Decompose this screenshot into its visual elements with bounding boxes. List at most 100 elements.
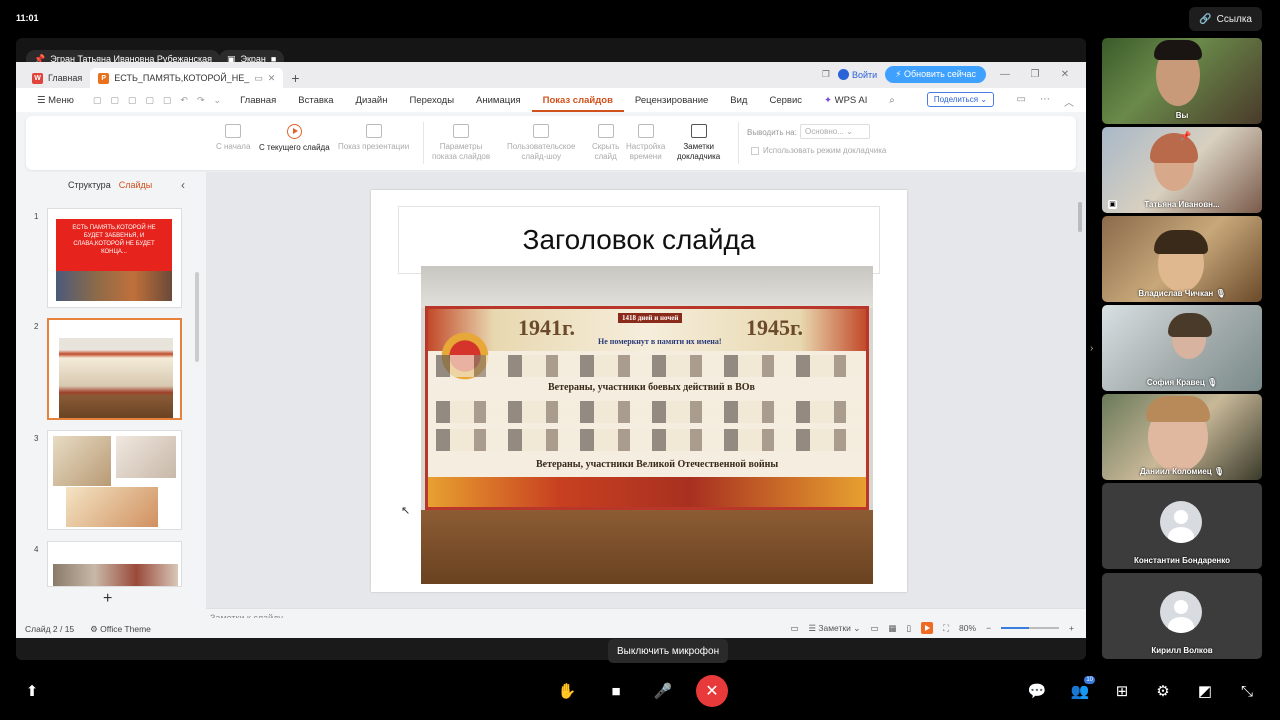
stand-footer (428, 477, 866, 507)
settings-button[interactable]: ⚙ (1148, 676, 1178, 706)
participant-tile[interactable]: Константин Бондаренко (1102, 483, 1262, 569)
menu-item-insert[interactable]: Вставка (287, 95, 344, 106)
speaker-notes-button[interactable]: Заметки докладчика (677, 124, 720, 162)
participant-name-text: Владислав Чичкан (1138, 289, 1214, 298)
mouse-cursor-icon: ↖ (401, 505, 411, 517)
theme-name[interactable]: ⚙ Office Theme (90, 624, 151, 635)
login-button[interactable]: Войти (838, 69, 877, 80)
print-icon[interactable]: ▢ (145, 95, 154, 106)
update-button[interactable]: ⚡ Обновить сейчас (885, 66, 986, 83)
tab-structure[interactable]: Структура (68, 180, 111, 190)
participant-tile[interactable]: Кирилл Волков (1102, 573, 1262, 659)
custom-slideshow-button[interactable]: Пользовательское слайд-шоу (507, 124, 575, 162)
new-tab-button[interactable]: + (283, 68, 307, 88)
mic-tooltip: Выключить микрофон (608, 639, 729, 663)
slide-thumb-2[interactable] (47, 318, 182, 420)
pip-button[interactable]: ◩ (1190, 676, 1220, 706)
participant-tile[interactable]: Владислав Чичкан 🎙 (1102, 216, 1262, 302)
participant-tile[interactable]: Вы (1102, 38, 1262, 124)
save-icon[interactable]: ▢ (110, 95, 119, 106)
camera-button[interactable]: ■ (601, 676, 631, 706)
share-screen-button[interactable]: ⬆ (17, 676, 47, 706)
slide-thumb-3[interactable] (47, 430, 182, 530)
menu-item-slideshow[interactable]: Показ слайдов (531, 89, 624, 112)
chevron-left-icon[interactable]: ‹ (181, 178, 185, 192)
more-icon[interactable]: ⋯ (1040, 94, 1050, 109)
menu-item-animation[interactable]: Анимация (465, 95, 532, 106)
menu-item-wps-ai[interactable]: ✦ WPS AI (813, 95, 878, 106)
notes-toggle[interactable]: ☰ Заметки ⌄ (808, 623, 860, 634)
reading-view-icon[interactable]: ▯ (906, 623, 911, 634)
participant-hair (1146, 396, 1210, 422)
chevron-right-icon[interactable]: › (1090, 343, 1093, 354)
hide-slide-button[interactable]: Скрыть слайд (592, 124, 619, 162)
timing-button[interactable]: Настройка времени (626, 124, 665, 162)
folder-icon[interactable]: ▢ (93, 95, 102, 106)
menu-item-home[interactable]: Главная (229, 95, 287, 106)
thumb-image (66, 487, 158, 527)
editor-scrollbar[interactable] (1078, 202, 1082, 232)
slideshow-play-icon[interactable] (921, 622, 934, 634)
output-select[interactable]: Основно... ⌄ (800, 124, 870, 139)
share-button[interactable]: Поделиться ⌄ (926, 92, 994, 107)
export-icon[interactable]: ▢ (128, 95, 137, 106)
collapse-ribbon-icon[interactable]: ︿ (1064, 94, 1074, 109)
redo-icon[interactable]: ↷ (197, 95, 205, 106)
close-window-icon[interactable]: ✕ (1054, 69, 1076, 80)
participant-tile[interactable]: София Кравец 🎙 (1102, 305, 1262, 391)
slide-photo[interactable]: 1941г. 1945г. 1418 дней и ночей Не помер… (421, 266, 873, 584)
maximize-icon[interactable]: ❐ (1024, 69, 1046, 80)
sorter-view-icon[interactable]: ▦ (888, 623, 896, 634)
close-tab-icon[interactable]: ✕ (268, 73, 276, 84)
hang-up-button[interactable]: ✕ (696, 675, 728, 707)
fit-icon[interactable]: ⛶ (943, 623, 949, 634)
menu-item-design[interactable]: Дизайн (345, 95, 399, 106)
zoom-level[interactable]: 80% (959, 623, 976, 633)
presenter-mode-checkbox[interactable]: Использовать режим докладчика (751, 146, 886, 155)
restore-icon[interactable]: ❐ (822, 69, 830, 80)
notes-page-icon[interactable]: ▭ (790, 623, 798, 634)
from-start-button[interactable]: С начала (216, 124, 250, 152)
zoom-slider[interactable] (1001, 627, 1060, 629)
preview-icon[interactable]: ▢ (163, 95, 172, 106)
photo-row (436, 401, 864, 423)
camera-icon: ■ (611, 682, 621, 700)
current-slide[interactable]: Заголовок слайда 1941г. 1945г. 1418 дней… (371, 190, 907, 592)
minimize-call-button[interactable]: ⤡ (1232, 676, 1262, 706)
menu-item-review[interactable]: Рецензирование (624, 95, 719, 106)
from-current-button[interactable]: С текущего слайда (259, 124, 330, 153)
slide-thumb-1[interactable]: ЕСТЬ ПАМЯТЬ,КОТОРОЙ НЕ БУДЕТ ЗАБВЕНЬЯ, И… (47, 208, 182, 308)
microphone-button[interactable]: 🎤 (648, 676, 678, 706)
menu-item-view[interactable]: Вид (719, 95, 758, 106)
menu-item-transitions[interactable]: Переходы (398, 95, 465, 106)
menu-item-service[interactable]: Сервис (758, 95, 813, 106)
slideshow-params-button[interactable]: Параметры показа слайдов (432, 124, 490, 162)
play-icon (286, 124, 302, 139)
zoom-out-icon[interactable]: − (986, 623, 991, 633)
slide-title[interactable]: Заголовок слайда (371, 224, 907, 256)
undo-icon[interactable]: ↶ (180, 95, 188, 106)
add-slide-button[interactable]: + (103, 590, 112, 608)
search-icon[interactable]: ⌕ (878, 95, 905, 106)
main-menu-button[interactable]: ☰ Меню (26, 95, 85, 106)
raise-hand-button[interactable]: ✋ (552, 676, 582, 706)
copy-link-button[interactable]: 🔗 Ссылка (1189, 7, 1262, 31)
wps-logo-icon: W (32, 72, 43, 84)
pin-icon[interactable]: 📌 (1180, 131, 1191, 142)
minimize-icon[interactable]: — (994, 69, 1016, 80)
slide-thumb-4[interactable] (47, 541, 182, 587)
participants-button[interactable]: 👥 10 (1065, 676, 1095, 706)
comment-icon[interactable]: ▭ (1017, 94, 1026, 109)
participant-tile[interactable]: Даниил Коломиец 🎙 (1102, 394, 1262, 480)
chat-button[interactable]: 💬 (1022, 676, 1052, 706)
tab-document[interactable]: P ЕСТЬ_ПАМЯТЬ,КОТОРОЙ_НЕ_ ▭ ✕ (90, 68, 284, 88)
tab-home[interactable]: W Главная (24, 68, 90, 88)
show-presentation-button[interactable]: Показ презентации (338, 124, 409, 152)
participant-tile[interactable]: 📌 ▣ Татьяна Ивановн... (1102, 127, 1262, 213)
layout-button[interactable]: ⊞ (1107, 676, 1137, 706)
normal-view-icon[interactable]: ▭ (870, 623, 878, 634)
zoom-in-icon[interactable]: + (1069, 623, 1074, 633)
chevron-down-icon[interactable]: ⌄ (214, 95, 222, 106)
tab-slides[interactable]: Слайды (119, 180, 153, 190)
panel-scrollbar[interactable] (195, 272, 199, 362)
